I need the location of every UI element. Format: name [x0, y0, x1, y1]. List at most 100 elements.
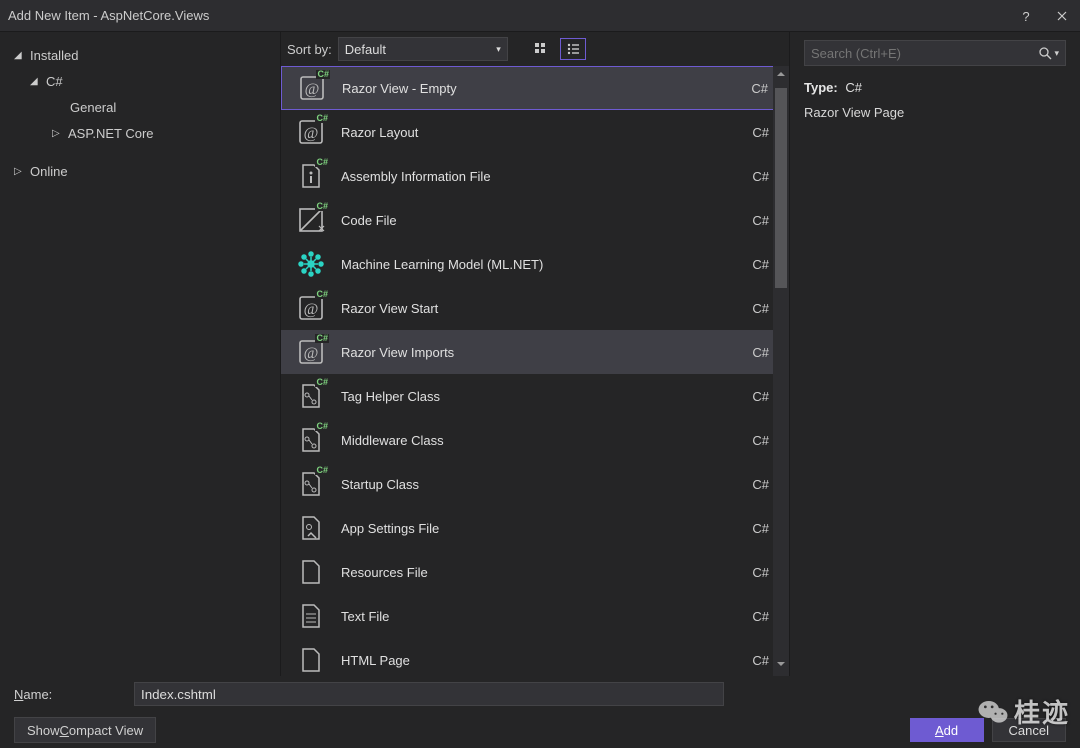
search-box[interactable]: ▾: [804, 40, 1066, 66]
template-name: Middleware Class: [341, 433, 752, 448]
sort-dropdown[interactable]: Default ▾: [338, 37, 508, 61]
template-lang: C#: [752, 213, 769, 228]
svg-text:@: @: [304, 125, 319, 142]
template-name: Tag Helper Class: [341, 389, 752, 404]
name-label: Name:: [14, 687, 134, 702]
template-name: Machine Learning Model (ML.NET): [341, 257, 752, 272]
template-item[interactable]: App Settings FileC#: [281, 506, 789, 550]
template-name: HTML Page: [341, 653, 752, 668]
tree-item-aspnetcore[interactable]: ▷ ASP.NET Core: [14, 120, 266, 146]
tree-label: Online: [30, 164, 68, 179]
template-item[interactable]: C#Assembly Information FileC#: [281, 154, 789, 198]
settings-icon: [295, 512, 327, 544]
template-lang: C#: [752, 653, 769, 668]
template-name: Text File: [341, 609, 752, 624]
template-item[interactable]: @C#Razor View - EmptyC#: [281, 66, 789, 110]
tree-item-online[interactable]: ▷ Online: [14, 158, 266, 184]
file-icon: [295, 556, 327, 588]
template-name: Razor Layout: [341, 125, 752, 140]
svg-text:@: @: [304, 345, 319, 362]
search-dropdown-icon[interactable]: ▾: [1054, 48, 1059, 59]
tree-item-csharp[interactable]: ◢ C#: [14, 68, 266, 94]
type-label: Type:: [804, 80, 838, 95]
razor-icon: @C#: [296, 72, 328, 104]
help-button[interactable]: ?: [1008, 0, 1044, 32]
html-icon: [295, 644, 327, 676]
chevron-down-icon: ◢: [14, 50, 26, 61]
sort-label: Sort by:: [287, 42, 332, 57]
search-input[interactable]: [811, 46, 1038, 61]
template-lang: C#: [752, 389, 769, 404]
tree-label: ASP.NET Core: [68, 126, 154, 141]
template-item[interactable]: @C#Razor View StartC#: [281, 286, 789, 330]
template-lang: C#: [752, 565, 769, 580]
name-input[interactable]: [134, 682, 724, 706]
template-name: Resources File: [341, 565, 752, 580]
template-lang: C#: [752, 433, 769, 448]
tree-item-installed[interactable]: ◢ Installed: [14, 42, 266, 68]
window-title: Add New Item - AspNetCore.Views: [8, 8, 209, 23]
close-button[interactable]: [1044, 0, 1080, 32]
text-icon: [295, 600, 327, 632]
titlebar: Add New Item - AspNetCore.Views ?: [0, 0, 1080, 32]
category-tree: ◢ Installed ◢ C# General ▷ ASP.NET Core …: [0, 32, 280, 676]
template-lang: C#: [752, 345, 769, 360]
code-ext-icon: C#: [295, 204, 327, 236]
tree-label: General: [70, 100, 116, 115]
template-item[interactable]: C#Startup ClassC#: [281, 462, 789, 506]
razor-icon: @C#: [295, 336, 327, 368]
template-lang: C#: [752, 301, 769, 316]
template-description: Razor View Page: [804, 105, 1066, 120]
scroll-down-icon[interactable]: [775, 658, 789, 674]
scrollbar-thumb[interactable]: [775, 88, 787, 288]
list-icon: [566, 42, 580, 56]
grid-icon: [534, 42, 548, 56]
scrollbar-track[interactable]: [773, 66, 789, 676]
search-icon[interactable]: [1038, 46, 1052, 60]
template-item[interactable]: C#Middleware ClassC#: [281, 418, 789, 462]
footer: Show Compact View Add Cancel: [0, 712, 1080, 748]
svg-text:@: @: [304, 301, 319, 318]
tree-label: C#: [46, 74, 63, 89]
close-icon: [1057, 11, 1067, 21]
template-item[interactable]: Text FileC#: [281, 594, 789, 638]
template-item[interactable]: @C# Razor View ImportsC#: [281, 330, 789, 374]
template-lang: C#: [752, 609, 769, 624]
razor-icon: @C#: [295, 116, 327, 148]
template-item[interactable]: Machine Learning Model (ML.NET)C#: [281, 242, 789, 286]
view-small-icons-button[interactable]: [560, 38, 586, 60]
add-button[interactable]: Add: [910, 718, 984, 742]
chevron-down-icon: ▾: [496, 44, 501, 55]
svg-text:@: @: [305, 81, 320, 98]
ml-icon: [295, 248, 327, 280]
chevron-down-icon: ◢: [30, 76, 42, 87]
template-item[interactable]: C#Tag Helper ClassC#: [281, 374, 789, 418]
sort-bar: Sort by: Default ▾: [281, 32, 789, 66]
view-medium-icons-button[interactable]: [528, 38, 554, 60]
template-list[interactable]: @C#Razor View - EmptyC#@C#Razor LayoutC#…: [281, 66, 789, 676]
file-info-icon: C#: [295, 160, 327, 192]
details-panel: ▾ Type: C# Razor View Page: [790, 32, 1080, 676]
startup-icon: C#: [295, 468, 327, 500]
template-lang: C#: [752, 257, 769, 272]
cancel-button[interactable]: Cancel: [992, 718, 1066, 742]
template-name: Razor View Imports: [341, 345, 752, 360]
template-lang: C#: [752, 125, 769, 140]
template-name: Startup Class: [341, 477, 752, 492]
template-name: App Settings File: [341, 521, 752, 536]
template-name: Code File: [341, 213, 752, 228]
template-name: Razor View - Empty: [342, 81, 751, 96]
template-item[interactable]: Resources FileC#: [281, 550, 789, 594]
tree-item-general[interactable]: General: [14, 94, 266, 120]
template-item[interactable]: C#Code FileC#: [281, 198, 789, 242]
chevron-right-icon: ▷: [14, 166, 26, 177]
type-value: C#: [845, 80, 862, 95]
template-item[interactable]: @C# Razor LayoutC#: [281, 110, 789, 154]
tag-icon: C#: [295, 380, 327, 412]
scroll-up-icon[interactable]: [775, 68, 789, 84]
template-name: Razor View Start: [341, 301, 752, 316]
chevron-right-icon: ▷: [52, 128, 64, 139]
mw-icon: C#: [295, 424, 327, 456]
show-compact-view-button[interactable]: Show Compact View: [14, 717, 156, 743]
template-item[interactable]: HTML PageC#: [281, 638, 789, 676]
